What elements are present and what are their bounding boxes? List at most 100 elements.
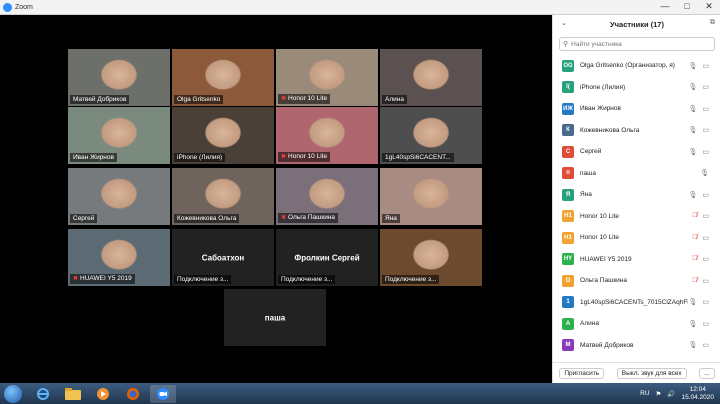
- mic-icon[interactable]: 🎙: [688, 191, 697, 199]
- video-tile[interactable]: ✖ Honor 10 Lite: [276, 49, 378, 106]
- mic-muted-icon[interactable]: 🎙̸: [692, 255, 697, 263]
- participant-name: Алина: [580, 320, 599, 328]
- mic-icon[interactable]: 🎙: [688, 341, 697, 349]
- video-tile[interactable]: Подключение з...: [380, 229, 482, 286]
- mic-icon[interactable]: 🎙: [688, 105, 697, 113]
- participant-name: Матвей Добриков: [580, 341, 634, 349]
- video-tile[interactable]: ✖ HUAWEI Y5 2019: [68, 229, 170, 286]
- tray-flag-icon[interactable]: ⚑: [656, 390, 662, 398]
- participant-row[interactable]: А Алина 🎙 ▭: [553, 313, 720, 335]
- tile-name-label: Подключение з...: [382, 275, 440, 284]
- avatar: H1: [562, 231, 574, 244]
- camera-icon[interactable]: ▭: [702, 212, 709, 220]
- taskbar-zoom-icon[interactable]: [150, 384, 176, 403]
- video-tile[interactable]: Кожевникова Ольга: [172, 168, 274, 225]
- video-tile[interactable]: Сергей: [68, 168, 170, 225]
- participant-name: Honor 10 Lite: [580, 212, 620, 220]
- video-tile[interactable]: ✖ Honor 10 Lite: [276, 107, 378, 164]
- mic-muted-icon[interactable]: 🎙̸: [692, 212, 697, 220]
- tile-name-text: Olga Gritsenko: [177, 96, 221, 103]
- close-button[interactable]: ✕: [698, 0, 720, 14]
- mic-icon[interactable]: 🎙: [688, 148, 697, 156]
- mute-all-button[interactable]: Выкл. звук для всех: [616, 367, 687, 379]
- language-indicator[interactable]: RU: [640, 390, 649, 397]
- participant-row[interactable]: ИЖ Иван Жирнов 🎙 ▭: [553, 98, 720, 120]
- mic-muted-icon[interactable]: 🎙̸: [692, 234, 697, 242]
- panel-footer: Пригласить Выкл. звук для всех ...: [553, 362, 720, 383]
- more-button[interactable]: ...: [699, 367, 715, 379]
- invite-button[interactable]: Пригласить: [559, 367, 605, 379]
- participant-name: Иван Жирнов: [580, 105, 621, 113]
- taskbar-ie-icon[interactable]: [30, 385, 56, 403]
- video-tile[interactable]: 1gL40spSi6CACENT...: [380, 107, 482, 164]
- participant-row[interactable]: Я Яна 🎙 ▭: [553, 184, 720, 206]
- tile-name-label: Кожевникова Ольга: [174, 214, 240, 223]
- tile-name-text: 1gL40spSi6CACENT...: [385, 154, 451, 161]
- participant-row[interactable]: H1 Honor 10 Lite 🎙̸ ▭: [553, 227, 720, 249]
- mic-icon[interactable]: 🎙: [688, 126, 697, 134]
- popout-icon[interactable]: ⧉: [710, 19, 715, 27]
- camera-icon[interactable]: ▭: [702, 126, 709, 134]
- participant-status-icons: 🎙 ▭: [688, 62, 709, 70]
- taskbar-explorer-icon[interactable]: [60, 385, 86, 403]
- video-tile[interactable]: ✖ Ольга Пашкина: [276, 168, 378, 225]
- mic-icon[interactable]: 🎙: [688, 62, 697, 70]
- participant-row[interactable]: 1 1gL40spSi6CACENTs_7015ClZAqhFB... 🎙 ▭: [553, 292, 720, 314]
- camera-icon[interactable]: ▭: [702, 234, 709, 242]
- maximize-button[interactable]: □: [676, 0, 698, 14]
- search-input[interactable]: [571, 40, 702, 48]
- camera-icon[interactable]: ▭: [702, 277, 709, 285]
- start-button[interactable]: [4, 384, 22, 403]
- video-tile[interactable]: Иван Жирнов: [68, 107, 170, 164]
- tile-name-text: Матвей Добриков: [73, 96, 127, 103]
- participant-row[interactable]: I(iPhone (Лилия) 🎙 ▭: [553, 77, 720, 99]
- participant-row[interactable]: О Ольга Пашкина 🎙̸ ▭: [553, 270, 720, 292]
- minimize-button[interactable]: —: [654, 0, 676, 14]
- tile-name-text: Подключение з...: [385, 276, 437, 283]
- video-tile[interactable]: Фролкин Сергей Подключение з...: [276, 229, 378, 286]
- window-title: Zoom: [15, 3, 33, 11]
- tile-name-text: Подключение з...: [281, 276, 333, 283]
- mic-muted-icon[interactable]: 🎙̸: [692, 277, 697, 285]
- participant-row[interactable]: OG Olga Gritsenko (Организатор, я) 🎙 ▭: [553, 55, 720, 77]
- mic-muted-icon: ✖: [281, 215, 287, 221]
- participant-row[interactable]: К Кожевникова Ольга 🎙 ▭: [553, 120, 720, 142]
- clock[interactable]: 12:04 15.04.2020: [681, 386, 714, 402]
- taskbar-firefox-icon[interactable]: [120, 385, 146, 403]
- video-tile[interactable]: паша: [224, 289, 326, 346]
- participant-row[interactable]: п паша 🎙: [553, 163, 720, 185]
- volume-icon[interactable]: 🔊: [667, 390, 675, 398]
- participant-row[interactable]: М Матвей Добриков 🎙 ▭: [553, 335, 720, 357]
- mic-icon[interactable]: 🎙: [688, 298, 697, 306]
- participant-list: OG Olga Gritsenko (Организатор, я) 🎙 ▭ I(iPh…: [553, 55, 720, 356]
- camera-icon[interactable]: ▭: [702, 62, 709, 70]
- tile-display-name: паша: [264, 313, 286, 322]
- participant-row[interactable]: HY HUAWEI Y5 2019 🎙̸ ▭: [553, 249, 720, 271]
- camera-icon[interactable]: ▭: [702, 341, 709, 349]
- tile-name-label: Алина: [382, 95, 407, 104]
- camera-icon[interactable]: ▭: [702, 191, 709, 199]
- avatar: Я: [562, 188, 574, 201]
- video-tile[interactable]: Olga Gritsenko: [172, 49, 274, 106]
- taskbar-media-icon[interactable]: [90, 385, 116, 403]
- video-tile[interactable]: Алина: [380, 49, 482, 106]
- avatar: OG: [562, 59, 574, 72]
- video-tile[interactable]: Яна: [380, 168, 482, 225]
- participant-row[interactable]: С Сергей 🎙 ▭: [553, 141, 720, 163]
- mic-icon[interactable]: 🎙: [688, 320, 697, 328]
- avatar: ИЖ: [562, 102, 574, 115]
- video-tile[interactable]: iPhone (Лилия): [172, 107, 274, 164]
- video-tile[interactable]: Матвей Добриков: [68, 49, 170, 106]
- camera-icon[interactable]: ▭: [702, 148, 709, 156]
- participant-search[interactable]: ⚲: [559, 37, 715, 51]
- video-tile[interactable]: Сабоатхон Подключение з...: [172, 229, 274, 286]
- camera-icon[interactable]: ▭: [702, 105, 709, 113]
- camera-icon[interactable]: ▭: [702, 83, 709, 91]
- mic-icon[interactable]: 🎙: [688, 83, 697, 91]
- mic-icon[interactable]: 🎙: [700, 169, 709, 177]
- camera-icon[interactable]: ▭: [702, 298, 709, 306]
- collapse-chevron-icon[interactable]: ⌄: [561, 19, 567, 27]
- camera-icon[interactable]: ▭: [702, 320, 709, 328]
- participant-row[interactable]: H1 Honor 10 Lite 🎙̸ ▭: [553, 206, 720, 228]
- camera-icon[interactable]: ▭: [702, 255, 709, 263]
